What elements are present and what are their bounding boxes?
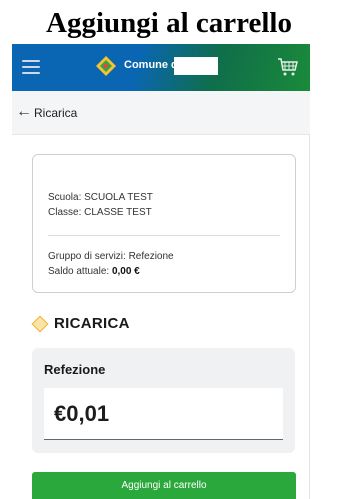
balance-label: Saldo attuale: (48, 266, 112, 277)
main-content: ← Ricarica Scuola: SCUOLA TEST Classe: C… (12, 91, 310, 499)
section-label: RICARICA (54, 315, 130, 332)
card-divider (48, 235, 280, 236)
back-link[interactable]: ← Ricarica (12, 91, 310, 135)
page-caption: Aggiungi al carrello (46, 7, 292, 39)
municipality-name-box (174, 57, 218, 75)
back-arrow-icon: ← (16, 103, 32, 120)
back-label: Ricarica (34, 106, 78, 120)
brand-text: Comune di (124, 59, 181, 71)
amount-card: Refezione (32, 348, 295, 453)
cart-icon[interactable] (277, 57, 299, 77)
diamond-icon (31, 315, 49, 333)
class-text: Classe: CLASSE TEST (48, 207, 152, 218)
menu-icon[interactable] (22, 60, 40, 74)
add-to-cart-button[interactable]: Aggiungi al carrello (32, 472, 296, 499)
app-header: Comune di (12, 44, 310, 91)
service-group-text: Gruppo di servizi: Refezione (48, 251, 174, 262)
balance-text: Saldo attuale: 0,00 € (48, 266, 140, 277)
municipality-logo-icon (96, 56, 116, 76)
amount-label: Refezione (44, 362, 106, 377)
school-text: Scuola: SCUOLA TEST (48, 192, 153, 203)
amount-input[interactable] (44, 388, 283, 440)
balance-value: 0,00 € (111, 266, 140, 277)
info-card: Scuola: SCUOLA TEST Classe: CLASSE TEST … (32, 154, 296, 293)
